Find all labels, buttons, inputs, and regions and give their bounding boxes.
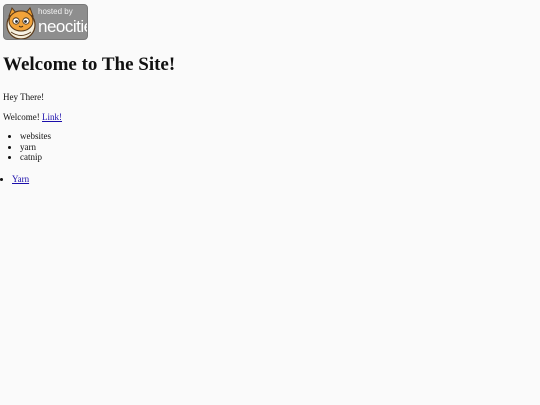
welcome-text: Welcome! <box>3 112 40 122</box>
link-list-item: Yarn <box>12 174 29 185</box>
yarn-link[interactable]: Yarn <box>12 174 29 184</box>
badge-hosted-by-text: hosted by <box>38 7 73 16</box>
badge-neocities-text: neocities <box>38 17 87 36</box>
link-list: Yarn <box>0 174 29 185</box>
list-item: yarn <box>20 142 51 153</box>
page-title: Welcome to The Site! <box>3 54 176 75</box>
welcome-paragraph: Welcome! Link! <box>3 112 62 123</box>
greeting-text: Hey There! <box>3 92 45 102</box>
bullet-list: websites yarn catnip <box>6 131 51 163</box>
list-item: catnip <box>20 152 51 163</box>
list-item: websites <box>20 131 51 142</box>
neocities-badge[interactable]: hosted by neocities <box>3 4 88 40</box>
neocities-cat-logo-icon <box>6 7 36 39</box>
welcome-link[interactable]: Link! <box>42 112 62 122</box>
